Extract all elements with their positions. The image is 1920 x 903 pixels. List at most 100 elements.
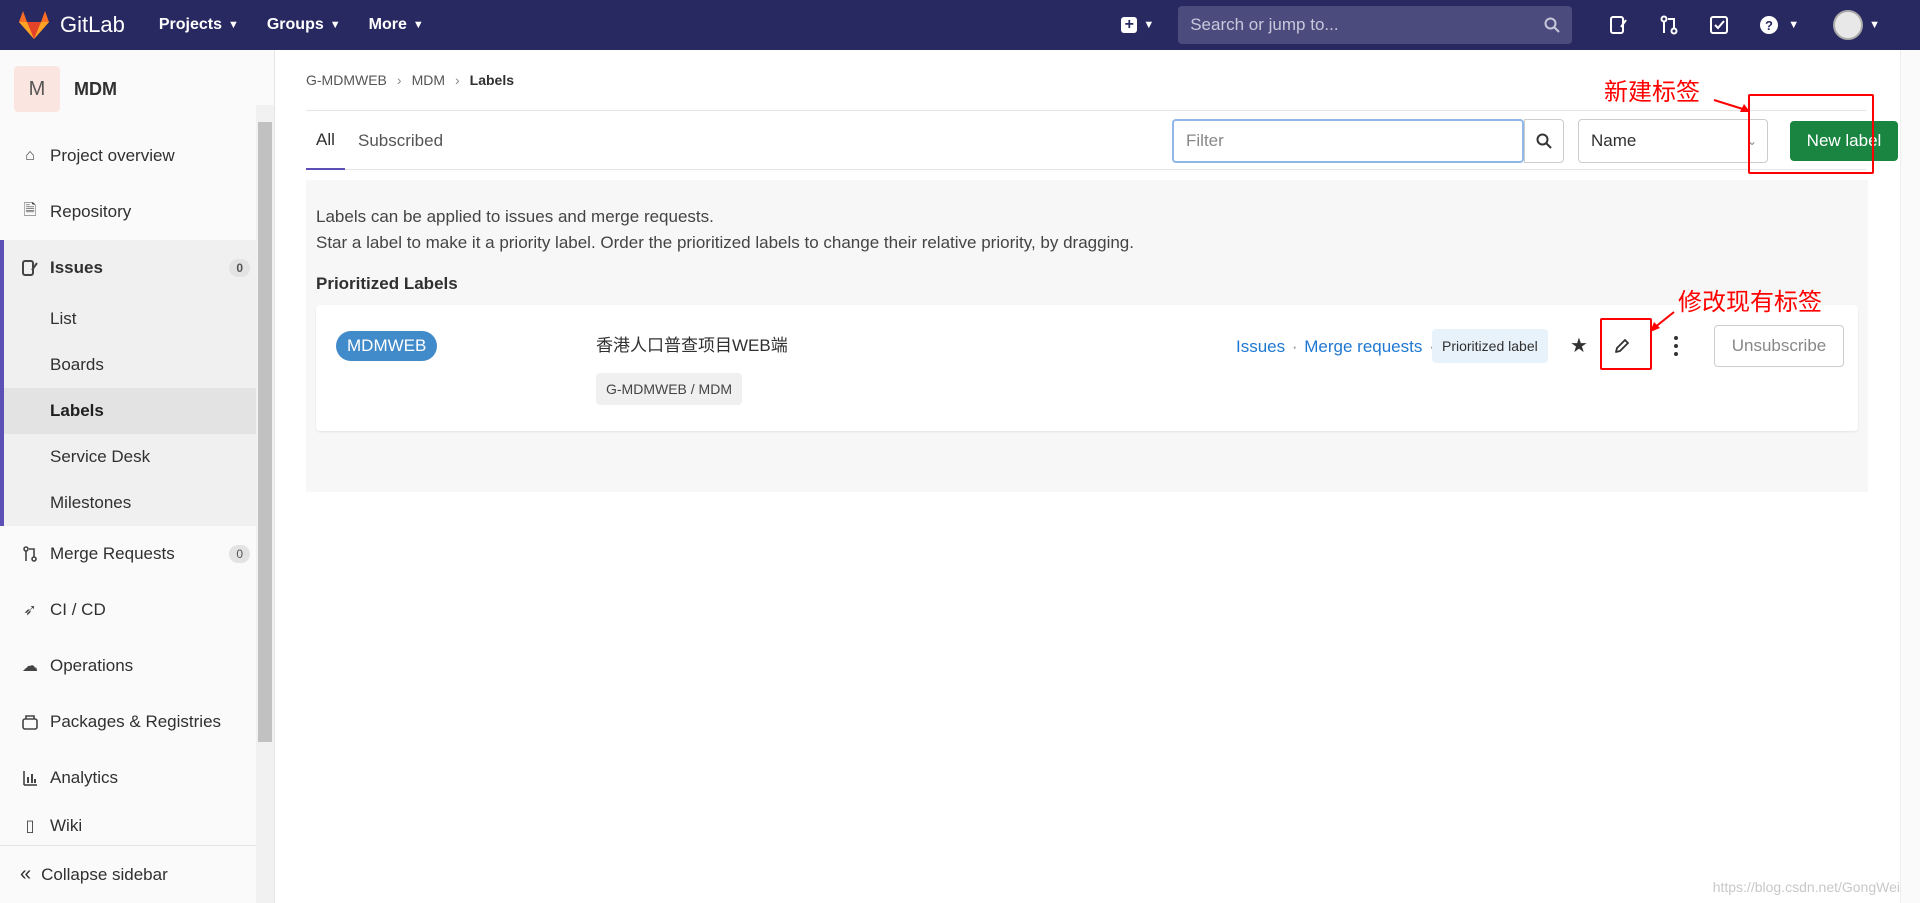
chevron-down-icon: ▼: [227, 19, 239, 31]
sidebar-item-merge-requests[interactable]: Merge Requests 0: [0, 526, 274, 582]
chevron-down-icon: ▼: [412, 19, 424, 31]
label-links: Issues · Merge requests ·: [1236, 337, 1437, 357]
breadcrumb-group[interactable]: G-MDMWEB: [306, 72, 387, 88]
labels-description: Labels can be applied to issues and merg…: [316, 204, 1134, 256]
collapse-sidebar-button[interactable]: « Collapse sidebar: [0, 845, 256, 903]
prioritized-labels-title: Prioritized Labels: [316, 274, 458, 293]
annotation-box-edit-label: [1600, 318, 1652, 370]
collapse-sidebar-label: Collapse sidebar: [41, 864, 168, 884]
gitlab-brand[interactable]: GitLab: [18, 0, 125, 50]
separator-dot: ·: [1287, 337, 1303, 356]
nav-groups-label: Groups: [266, 16, 324, 33]
main-content: G-MDMWEB › MDM › Labels All Subscribed F…: [276, 50, 1900, 903]
new-dropdown-button[interactable]: + ▼: [1121, 17, 1154, 33]
sidebar-item-label: Analytics: [50, 768, 119, 787]
label-description: 香港人口普查项目WEB端: [596, 336, 788, 355]
project-avatar: M: [14, 66, 60, 112]
sidebar-subitem-boards[interactable]: Boards: [4, 342, 274, 388]
sidebar-item-label: Operations: [50, 656, 134, 675]
breadcrumb-current[interactable]: Labels: [470, 72, 514, 88]
nav-projects[interactable]: Projects ▼: [159, 16, 239, 34]
breadcrumb-project[interactable]: MDM: [412, 72, 445, 88]
description-line-1: Labels can be applied to issues and merg…: [316, 207, 714, 226]
sidebar-item-repository[interactable]: 🗎 Repository: [0, 184, 274, 240]
book-icon: ▯: [25, 818, 35, 835]
filter-input[interactable]: Filter: [1172, 119, 1524, 163]
description-line-2: Star a label to make it a priority label…: [316, 233, 1134, 252]
watermark: https://blog.csdn.net/GongWei: [1712, 879, 1900, 895]
nav-more-label: More: [368, 16, 407, 33]
sidebar-item-project-overview[interactable]: ⌂ Project overview: [0, 128, 274, 184]
annotation-edit-label: 修改现有标签: [1678, 289, 1822, 316]
page-scrollbar[interactable]: [1900, 50, 1920, 903]
annotation-new-label: 新建标签: [1604, 79, 1700, 106]
issues-count-badge: 0: [229, 259, 250, 277]
sidebar-subitem-list[interactable]: List: [4, 296, 274, 342]
search-icon: [1536, 133, 1552, 149]
merge-requests-nav-icon[interactable]: [1656, 12, 1682, 38]
project-name: MDM: [74, 78, 117, 99]
chevron-down-icon: ▼: [1143, 19, 1155, 31]
sidebar-item-packages[interactable]: Packages & Registries: [0, 694, 274, 750]
search-input[interactable]: Search or jump to...: [1178, 6, 1573, 44]
filter-search-button[interactable]: [1524, 119, 1564, 163]
annotation-arrow-icon: [1713, 99, 1750, 112]
search-placeholder: Search or jump to...: [1190, 15, 1339, 34]
rocket-icon: ➶: [23, 602, 37, 619]
issues-icon: [20, 258, 40, 278]
label-issues-link[interactable]: Issues: [1236, 337, 1285, 356]
double-chevron-left-icon: «: [20, 863, 32, 885]
sidebar-subitem-milestones[interactable]: Milestones: [4, 480, 274, 526]
merge-requests-count-badge: 0: [229, 545, 250, 563]
sort-dropdown[interactable]: Name ⌄: [1578, 119, 1768, 163]
top-navbar: GitLab Projects ▼ Groups ▼ More ▼ + ▼ Searc…: [0, 0, 1920, 50]
help-icon[interactable]: ?: [1756, 12, 1782, 38]
sidebar-item-ci-cd[interactable]: ➶ CI / CD: [0, 582, 274, 638]
nav-right: + ▼ Search or jump to... ? ▼ ▼: [1121, 0, 1920, 50]
project-header[interactable]: M MDM: [0, 50, 274, 128]
package-icon: [20, 712, 40, 732]
label-pill[interactable]: MDMWEB: [336, 331, 438, 361]
sidebar-item-analytics[interactable]: Analytics: [0, 750, 274, 806]
sidebar-item-label: Project overview: [50, 146, 175, 165]
gitlab-title: GitLab: [60, 12, 125, 37]
more-actions-icon[interactable]: [1666, 329, 1686, 363]
sidebar: M MDM ⌂ Project overview 🗎 Repository Is…: [0, 50, 275, 903]
user-avatar[interactable]: [1833, 10, 1864, 40]
home-icon: ⌂: [25, 147, 35, 164]
cloud-gear-icon: ☁: [22, 658, 38, 675]
issues-nav-icon[interactable]: [1606, 12, 1632, 38]
label-merge-requests-link[interactable]: Merge requests: [1304, 337, 1422, 356]
chevron-down-icon: ▼: [1788, 19, 1800, 31]
nav-more[interactable]: More ▼: [369, 16, 424, 34]
sidebar-item-label: Repository: [50, 202, 132, 221]
labels-tabs-bar: All Subscribed Filter Name ⌄ New label: [306, 110, 1898, 170]
search-icon: [1544, 17, 1560, 33]
tab-subscribed[interactable]: Subscribed: [358, 111, 443, 170]
todo-nav-icon[interactable]: [1706, 12, 1732, 38]
sidebar-item-issues[interactable]: Issues 0: [4, 240, 274, 296]
prioritized-label-badge: Prioritized label: [1432, 329, 1548, 363]
nav-groups[interactable]: Groups ▼: [267, 16, 341, 34]
chart-icon: [20, 768, 40, 788]
sidebar-subitem-service-desk[interactable]: Service Desk: [4, 434, 274, 480]
sidebar-item-label: CI / CD: [50, 600, 106, 619]
chevron-right-icon: ›: [396, 72, 402, 88]
breadcrumb: G-MDMWEB › MDM › Labels: [306, 72, 514, 88]
sidebar-scrollbar-thumb[interactable]: [258, 122, 272, 742]
nav-projects-label: Projects: [158, 16, 222, 33]
chevron-down-icon: ▼: [329, 19, 341, 31]
sidebar-item-wiki[interactable]: ▯ Wiki: [0, 806, 274, 836]
plus-square-icon: +: [1121, 17, 1138, 33]
unsubscribe-button[interactable]: Unsubscribe: [1714, 325, 1844, 367]
sidebar-item-operations[interactable]: ☁ Operations: [0, 638, 274, 694]
gitlab-logo-icon: [19, 11, 49, 39]
star-icon[interactable]: ★: [1570, 333, 1588, 358]
issues-group: Issues 0 List Boards Labels Service Desk…: [0, 240, 274, 526]
sidebar-item-label: Wiki: [50, 816, 83, 835]
sidebar-subitem-labels[interactable]: Labels: [4, 388, 274, 434]
annotation-arrow-icon: [1650, 311, 1675, 332]
tab-all[interactable]: All: [306, 111, 345, 170]
nav-menu: Projects ▼ Groups ▼ More ▼: [159, 16, 452, 34]
label-group-path: G-MDMWEB / MDM: [596, 373, 742, 405]
